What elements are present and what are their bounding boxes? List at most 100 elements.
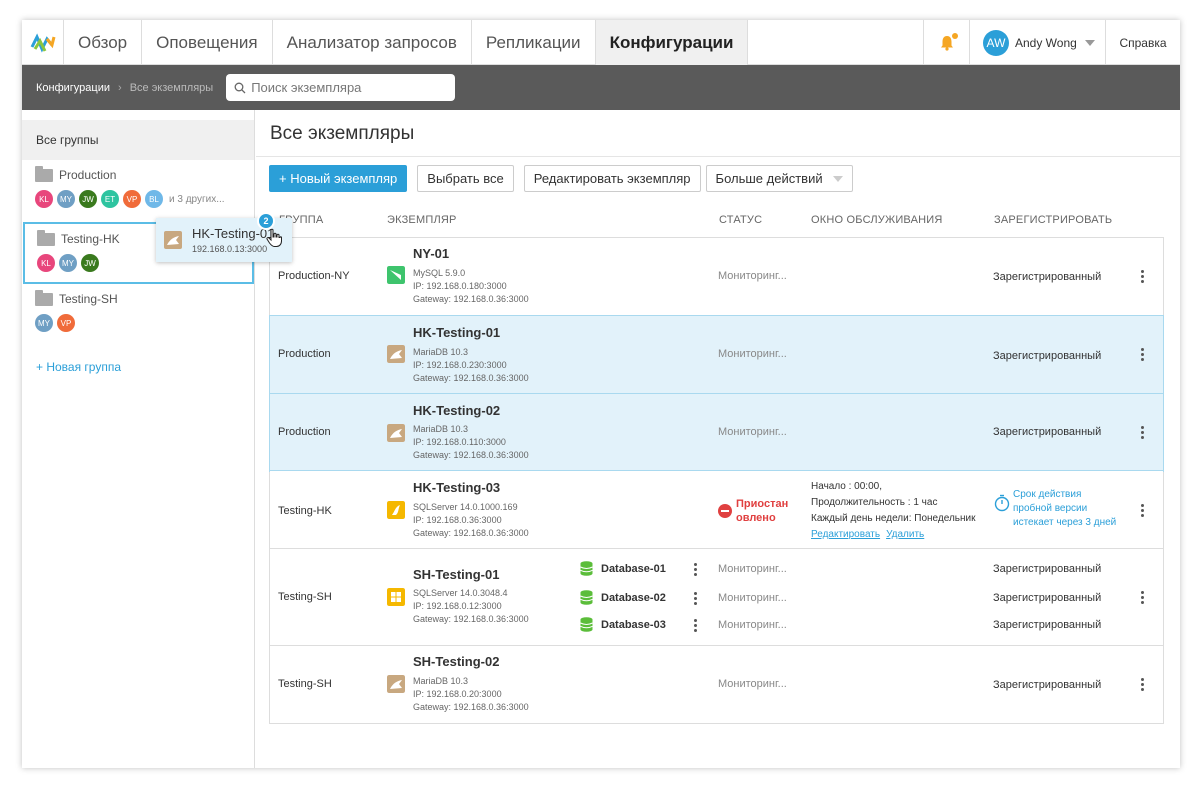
instance-details: MariaDB 10.3 IP: 192.168.0.110:3000 Gate… <box>413 423 529 462</box>
database-register: Зарегистрированный <box>993 619 1102 631</box>
maintenance-delete-link[interactable]: Удалить <box>886 529 924 540</box>
nav-tab-configurations[interactable]: Конфигурации <box>595 20 749 65</box>
instance-gateway: Gateway: 192.168.0.36:3000 <box>413 528 529 538</box>
more-actions-dropdown[interactable]: Больше действий <box>705 165 853 192</box>
member-avatar: MY <box>57 190 75 208</box>
member-avatar: JW <box>79 190 97 208</box>
row-group: Production <box>278 348 331 360</box>
col-header-maintenance[interactable]: ОКНО ОБСЛУЖИВАНИЯ <box>811 214 943 226</box>
database-name: Database-01 <box>601 562 666 575</box>
app-logo[interactable] <box>22 20 64 65</box>
trial-line2: пробной версии <box>1013 503 1088 514</box>
row-menu-icon[interactable] <box>1141 504 1145 517</box>
row-menu-icon[interactable] <box>1141 678 1145 691</box>
instance-engine: MariaDB 10.3 <box>413 424 469 434</box>
table-row[interactable]: Production HK-Testing-01 MariaDB 10.3 IP… <box>269 315 1164 395</box>
status-paused-line2: овлено <box>736 512 776 524</box>
stop-icon <box>718 504 732 518</box>
sidebar-group-production[interactable]: Production KL MY JW ET VP BL и 3 других.… <box>22 160 254 222</box>
help-link[interactable]: Справка <box>1106 20 1180 65</box>
user-menu[interactable]: AW Andy Wong <box>970 20 1106 65</box>
breadcrumb-bar: Конфигурации › Все экземпляры <box>22 65 1180 110</box>
group-members: MY VP <box>35 314 240 332</box>
database-menu-icon[interactable] <box>694 592 698 605</box>
row-menu-icon[interactable] <box>1141 348 1145 361</box>
instance-ip: IP: 192.168.0.36:3000 <box>413 515 502 525</box>
select-all-button[interactable]: Выбрать все <box>417 165 514 192</box>
row-group: Production-NY <box>278 270 350 282</box>
instance-name[interactable]: HK-Testing-01 <box>413 325 500 340</box>
database-item[interactable]: Database-01 <box>580 561 666 576</box>
windows-sqlserver-icon <box>387 588 405 606</box>
nav-tab-overview[interactable]: Обзор <box>64 20 143 65</box>
sidebar-group-testing-sh[interactable]: Testing-SH MY VP <box>22 284 254 346</box>
table-row[interactable]: Testing-SH SH-Testing-02 MariaDB 10.3 IP… <box>270 646 1163 723</box>
new-group-link[interactable]: + Новая группа <box>22 360 254 374</box>
toolbar: + Новый экземпляр Выбрать все Редактиров… <box>269 165 863 192</box>
database-icon <box>580 561 593 576</box>
edit-instance-button[interactable]: Редактировать экземпляр <box>523 165 701 192</box>
instance-details: MariaDB 10.3 IP: 192.168.0.20:3000 Gatew… <box>413 675 529 714</box>
row-menu-icon[interactable] <box>1141 426 1145 439</box>
member-avatar: JW <box>81 254 99 272</box>
instance-gateway: Gateway: 192.168.0.36:3000 <box>413 373 529 383</box>
new-instance-button[interactable]: + Новый экземпляр <box>269 165 408 192</box>
database-menu-icon[interactable] <box>694 563 698 576</box>
more-members: и 3 других... <box>169 193 225 205</box>
member-avatar: MY <box>59 254 77 272</box>
search-icon <box>234 82 246 93</box>
database-item[interactable]: Database-03 <box>580 617 666 632</box>
trial-line3: истекает через 3 дней <box>1013 517 1117 528</box>
app-window: Обзор Оповещения Анализатор запросов Реп… <box>22 20 1180 768</box>
instance-gateway: Gateway: 192.168.0.36:3000 <box>413 614 529 624</box>
instance-details: SQLServer 14.0.3048.4 IP: 192.168.0.12:3… <box>413 587 529 626</box>
instances-table: Production-NY NY-01 MySQL 5.9.0 IP: 192.… <box>269 237 1164 724</box>
instance-status: Мониторинг... <box>718 270 787 282</box>
instance-name[interactable]: SH-Testing-01 <box>413 567 499 582</box>
instance-details: MySQL 5.9.0 IP: 192.168.0.180:3000 Gatew… <box>413 267 529 306</box>
instance-engine: SQLServer 14.0.1000.169 <box>413 502 518 512</box>
instance-status: Мониторинг... <box>718 678 787 690</box>
row-group: Testing-HK <box>278 505 332 517</box>
table-row[interactable]: Testing-SH SH-Testing-01 SQLServer 14.0.… <box>270 549 1163 646</box>
maintenance-edit-link[interactable]: Редактировать <box>811 529 880 540</box>
instance-engine: MySQL 5.9.0 <box>413 268 466 278</box>
instance-register: Зарегистрированный <box>993 350 1102 362</box>
database-icon <box>580 617 593 632</box>
notifications-button[interactable] <box>923 20 970 65</box>
chevron-right-icon: › <box>118 81 122 94</box>
sqlserver-icon <box>387 501 405 519</box>
row-menu-icon[interactable] <box>1141 270 1145 283</box>
more-actions-label: Больше действий <box>715 171 823 186</box>
folder-icon <box>37 229 55 246</box>
nav-tab-query-analyzer[interactable]: Анализатор запросов <box>273 20 472 65</box>
instance-name[interactable]: NY-01 <box>413 246 449 261</box>
database-status: Мониторинг... <box>718 563 787 575</box>
sidebar-all-groups[interactable]: Все группы <box>22 120 254 160</box>
breadcrumb-configurations[interactable]: Конфигурации <box>36 82 110 94</box>
search-input[interactable] <box>251 80 442 95</box>
logo-icon <box>30 32 55 53</box>
instance-name[interactable]: HK-Testing-02 <box>413 403 500 418</box>
chevron-down-icon <box>832 175 843 182</box>
col-header-instance[interactable]: ЭКЗЕМПЛЯР <box>387 214 457 226</box>
database-menu-icon[interactable] <box>694 619 698 632</box>
instance-name[interactable]: HK-Testing-03 <box>413 480 500 495</box>
nav-tab-alerts[interactable]: Оповещения <box>142 20 273 65</box>
nav-tab-replications[interactable]: Репликации <box>472 20 596 65</box>
instance-ip: IP: 192.168.0.230:3000 <box>413 360 507 370</box>
instance-name[interactable]: SH-Testing-02 <box>413 654 499 669</box>
member-avatar: MY <box>35 314 53 332</box>
row-menu-icon[interactable] <box>1141 591 1145 604</box>
breadcrumb-all-instances: Все экземпляры <box>129 81 214 94</box>
table-row[interactable]: Production HK-Testing-02 MariaDB 10.3 IP… <box>269 393 1164 472</box>
instance-ip: IP: 192.168.0.12:3000 <box>413 601 502 611</box>
table-row[interactable]: Testing-HK HK-Testing-03 SQLServer 14.0.… <box>270 471 1163 549</box>
database-status: Мониторинг... <box>718 619 787 631</box>
col-header-status[interactable]: СТАТУС <box>719 214 762 226</box>
member-avatar: VP <box>123 190 141 208</box>
maintenance-duration: Продолжительность : 1 час <box>811 497 938 508</box>
table-row[interactable]: Production-NY NY-01 MySQL 5.9.0 IP: 192.… <box>270 238 1163 316</box>
col-header-register[interactable]: ЗАРЕГИСТРИРОВАТЬ <box>994 214 1112 226</box>
database-item[interactable]: Database-02 <box>580 590 666 605</box>
